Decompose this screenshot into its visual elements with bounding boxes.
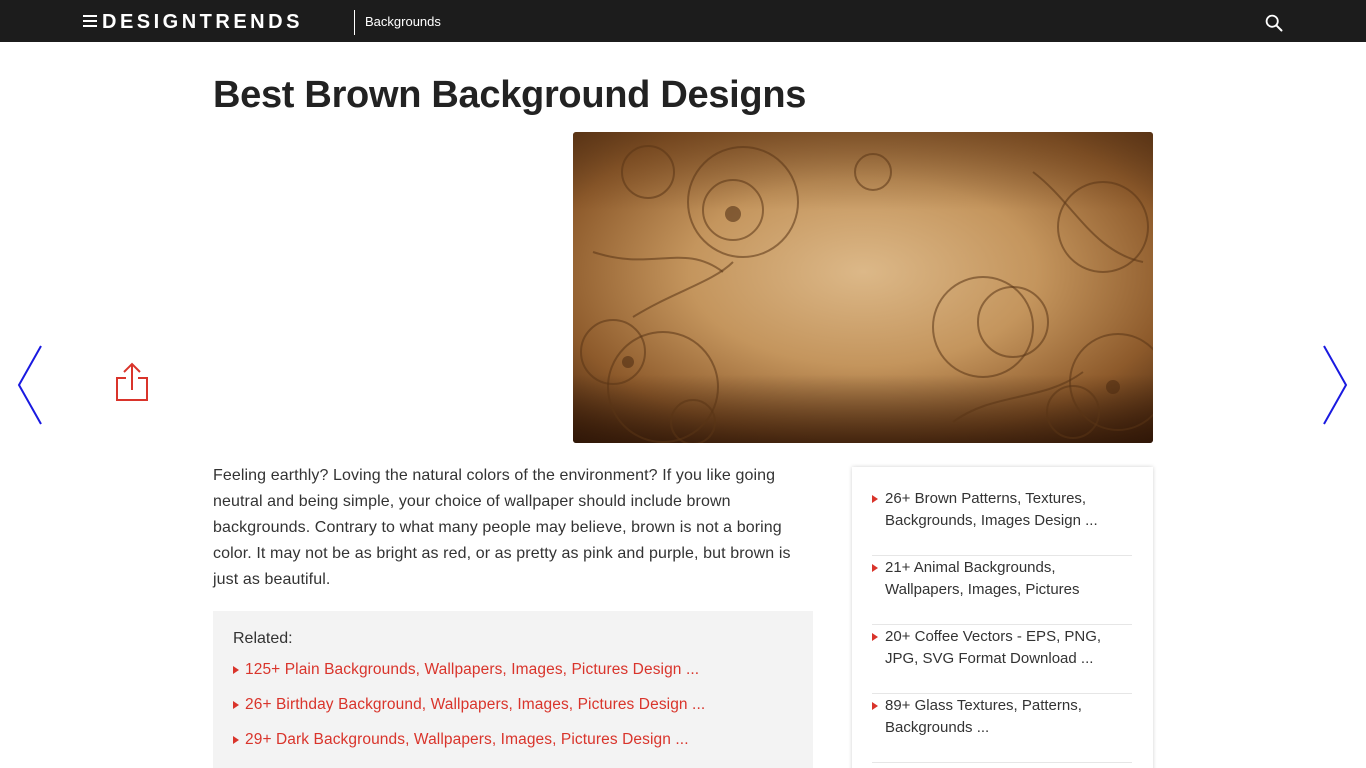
- nav-divider: [354, 10, 355, 35]
- sidebar-list: 26+ Brown Patterns, Textures, Background…: [872, 487, 1132, 763]
- chevron-right-icon[interactable]: [1321, 344, 1349, 426]
- related-item: 29+ Dark Backgrounds, Wallpapers, Images…: [233, 729, 808, 764]
- related-link[interactable]: 26+ Birthday Background, Wallpapers, Ima…: [245, 694, 705, 716]
- bullet-triangle-icon: [233, 701, 239, 709]
- top-navigation-bar: DESIGNTRENDS Backgrounds: [0, 0, 1366, 42]
- sidebar-item: 89+ Glass Textures, Patterns, Background…: [872, 694, 1132, 763]
- sidebar-link[interactable]: 89+ Glass Textures, Patterns, Background…: [885, 695, 1130, 739]
- bullet-triangle-icon: [872, 564, 878, 572]
- bullet-triangle-icon: [233, 666, 239, 674]
- bullet-triangle-icon: [872, 495, 878, 503]
- sidebar-link[interactable]: 26+ Brown Patterns, Textures, Background…: [885, 488, 1130, 532]
- search-icon[interactable]: [1265, 14, 1283, 32]
- bullet-triangle-icon: [872, 702, 878, 710]
- related-item: 26+ Birthday Background, Wallpapers, Ima…: [233, 694, 808, 729]
- share-icon[interactable]: [114, 362, 150, 402]
- intro-paragraph: Feeling earthly? Loving the natural colo…: [213, 467, 791, 588]
- sidebar-item: 20+ Coffee Vectors - EPS, PNG, JPG, SVG …: [872, 625, 1132, 694]
- site-logo[interactable]: DESIGNTRENDS: [102, 10, 303, 34]
- related-item: 125+ Plain Backgrounds, Wallpapers, Imag…: [233, 659, 808, 694]
- related-list: 125+ Plain Backgrounds, Wallpapers, Imag…: [233, 659, 808, 764]
- hamburger-menu-icon[interactable]: [83, 15, 97, 28]
- page-title: Best Brown Background Designs: [213, 74, 807, 116]
- chevron-left-icon[interactable]: [16, 344, 44, 426]
- bullet-triangle-icon: [872, 633, 878, 641]
- related-link[interactable]: 29+ Dark Backgrounds, Wallpapers, Images…: [245, 729, 689, 751]
- sidebar-link[interactable]: 20+ Coffee Vectors - EPS, PNG, JPG, SVG …: [885, 626, 1130, 670]
- hero-image-brown-background[interactable]: [573, 132, 1153, 443]
- related-heading: Related:: [233, 630, 293, 647]
- sidebar-recommended: 26+ Brown Patterns, Textures, Background…: [852, 467, 1153, 768]
- nav-link-backgrounds[interactable]: Backgrounds: [365, 14, 441, 30]
- bullet-triangle-icon: [233, 736, 239, 744]
- sidebar-item: 21+ Animal Backgrounds, Wallpapers, Imag…: [872, 556, 1132, 625]
- related-box: Related: 125+ Plain Backgrounds, Wallpap…: [213, 611, 813, 768]
- related-link[interactable]: 125+ Plain Backgrounds, Wallpapers, Imag…: [245, 659, 699, 681]
- sidebar-link[interactable]: 21+ Animal Backgrounds, Wallpapers, Imag…: [885, 557, 1130, 601]
- sidebar-item: 26+ Brown Patterns, Textures, Background…: [872, 487, 1132, 556]
